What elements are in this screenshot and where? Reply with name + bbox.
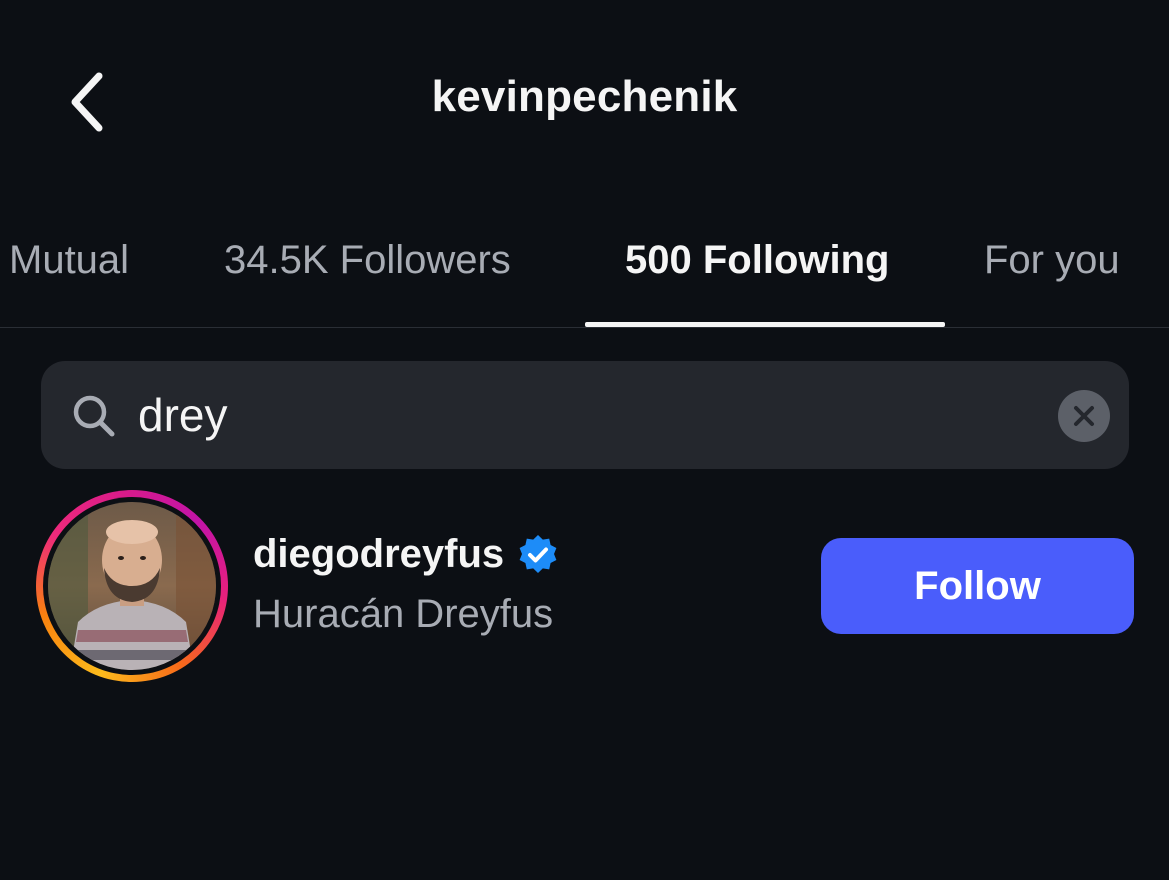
tab-followers[interactable]: 34.5K Followers [224,238,511,283]
tab-bar: Mutual 34.5K Followers 500 Following For… [0,222,1169,328]
list-item[interactable]: diegodreyfus Huracán Dreyfus Follow [0,488,1169,688]
verified-badge-icon [519,534,557,573]
page-title: kevinpechenik [431,72,738,121]
story-ring[interactable] [36,490,228,682]
tabs-divider [0,327,1169,328]
username[interactable]: diegodreyfus [253,532,504,577]
tab-mutual[interactable]: Mutual [9,238,129,283]
tab-following[interactable]: 500 Following [625,238,889,283]
clear-icon [1074,406,1094,426]
search-input[interactable] [138,385,1018,445]
clear-search-button[interactable] [1058,390,1110,442]
search-bar[interactable] [41,361,1129,469]
username-line: diegodreyfus [253,532,560,577]
header: kevinpechenik [0,0,1169,200]
following-screen: kevinpechenik Mutual 34.5K Followers 500… [0,0,1169,880]
follow-button[interactable]: Follow [821,538,1134,634]
full-name: Huracán Dreyfus [253,592,554,636]
tab-for-you[interactable]: For you [984,238,1120,283]
search-icon [69,391,119,441]
avatar [48,502,216,670]
